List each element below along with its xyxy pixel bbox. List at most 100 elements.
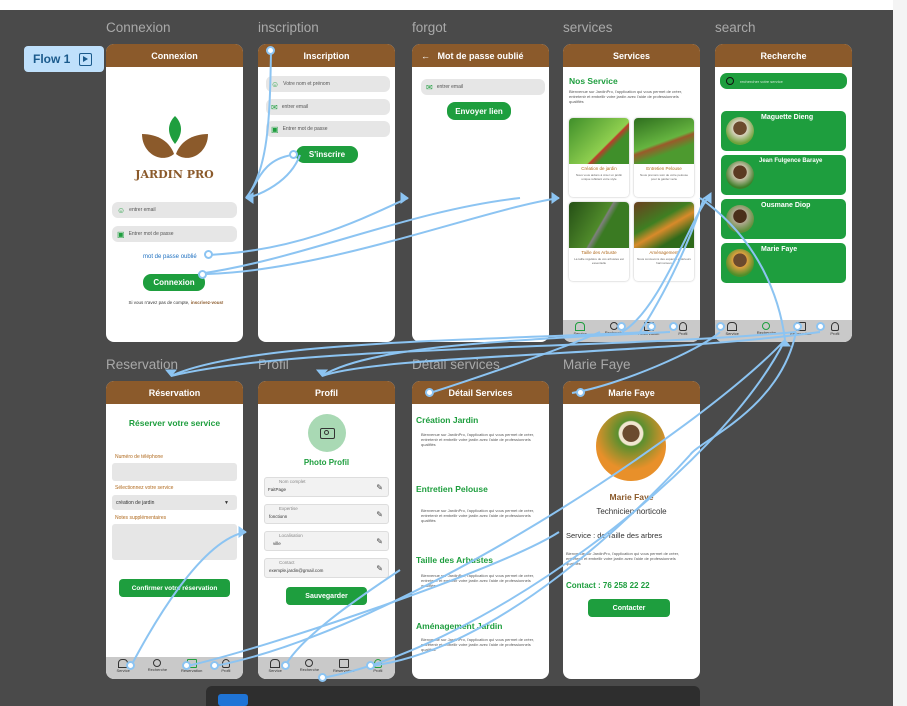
pencil-icon[interactable]: ✎: [376, 483, 383, 492]
wire-node[interactable]: [318, 673, 327, 682]
wire-node[interactable]: [210, 661, 219, 670]
search-icon: [305, 659, 314, 667]
service-select[interactable]: création de jardin ▼: [112, 495, 237, 510]
signup-button[interactable]: S'inscrire: [296, 146, 358, 163]
services-title: Nos Service: [569, 76, 618, 86]
wire-node[interactable]: [617, 322, 626, 331]
flow-badge[interactable]: Flow 1: [24, 46, 104, 72]
tab-service[interactable]: Service: [565, 320, 595, 336]
password-placeholder: Entrer mot de passe: [128, 231, 174, 237]
professional-name: Maguette Dieng: [761, 114, 814, 121]
pencil-icon[interactable]: ✎: [376, 510, 383, 519]
wire-node[interactable]: [816, 322, 825, 331]
arrowhead: [551, 192, 560, 204]
marie-role: Technicien horticole: [596, 507, 667, 516]
notes-textarea[interactable]: [112, 524, 237, 560]
location-field[interactable]: Localisation ville ✎: [264, 531, 389, 551]
tab-label: Service: [268, 668, 282, 673]
wire-node[interactable]: [281, 661, 290, 670]
wire-node[interactable]: [366, 661, 375, 670]
header-inscription: Inscription: [258, 44, 395, 67]
marie-body: Bienvenue sur JardinPro, l'application q…: [566, 551, 680, 566]
service-card[interactable]: Aménagement Nous concevons des espaces e…: [634, 202, 694, 281]
professional-card[interactable]: Maguette Dieng: [721, 111, 846, 151]
wire-node[interactable]: [669, 322, 678, 331]
signup-link[interactable]: inscrivez-vous!: [191, 300, 224, 305]
avatar: [726, 205, 754, 233]
frame-title-detail: Détail services: [412, 357, 500, 372]
search-icon: [762, 322, 771, 330]
service-card[interactable]: Création de jardin Nous vous aidons à cr…: [569, 118, 629, 197]
wire-node[interactable]: [793, 322, 802, 331]
tab-reservation[interactable]: Réservation: [329, 657, 359, 673]
person-icon: [221, 659, 230, 668]
pencil-icon[interactable]: ✎: [376, 537, 383, 546]
confirm-reservation-button[interactable]: Confirmer votre réservation: [119, 579, 230, 597]
professional-card[interactable]: Jean Fulgence Baraye: [721, 155, 846, 195]
signup-password-field[interactable]: ▣ Entrer mot de passe: [266, 121, 390, 137]
tab-recherche[interactable]: Recherche: [751, 320, 781, 335]
forgot-header-title: Mot de passe oublié: [437, 50, 524, 61]
contact-button[interactable]: Contacter: [588, 599, 670, 617]
landscaping-image: [634, 202, 694, 248]
send-link-button[interactable]: Envoyer lien: [447, 102, 511, 120]
screen-marie-faye: Marie Faye Marie Faye Technicien hortico…: [563, 381, 700, 679]
screen-detail-services: Détail Services Création Jardin Bienvenu…: [412, 381, 549, 679]
tab-recherche[interactable]: Recherche: [142, 657, 172, 672]
pencil-icon[interactable]: ✎: [376, 564, 383, 573]
section-title: Taille des Arbustes: [416, 555, 493, 565]
tab-label: Recherche: [756, 330, 777, 335]
arrowhead: [400, 192, 409, 204]
professional-card[interactable]: Ousmane Diop: [721, 199, 846, 239]
save-button[interactable]: Sauvegarder: [286, 587, 367, 605]
forgot-password-link[interactable]: mot de passe oublié: [143, 254, 197, 260]
wire-node[interactable]: [204, 250, 213, 259]
service-card[interactable]: Entretien Pelouse Nous prenons soin de v…: [634, 118, 694, 197]
field-label: Nom complet: [279, 479, 306, 484]
search-placeholder: rechercher votre service: [740, 78, 783, 84]
tab-label: Profil: [221, 668, 231, 673]
contact-field[interactable]: Contact exemple.jardin@gmail.com ✎: [264, 558, 389, 578]
service-card[interactable]: Taille des Arbuste La taille régulière d…: [569, 202, 629, 281]
toolbar-active-button[interactable]: [218, 694, 248, 706]
professional-card[interactable]: Marie Faye: [721, 243, 846, 283]
play-icon[interactable]: [79, 52, 93, 66]
back-arrow-icon[interactable]: ←: [421, 51, 430, 61]
no-account-text: Si vous n'avez pas de compte,: [128, 300, 190, 305]
search-bar[interactable]: rechercher votre service: [720, 73, 847, 89]
lawn-care-image: [634, 118, 694, 164]
expertise-field[interactable]: Expertise fonctionn ✎: [264, 504, 389, 524]
wire-node[interactable]: [126, 661, 135, 670]
wire-node[interactable]: [198, 270, 207, 279]
profile-photo[interactable]: [308, 414, 346, 452]
mail-icon: ✉: [426, 82, 433, 92]
wire-node[interactable]: [425, 388, 434, 397]
frame-title-services: services: [563, 20, 613, 35]
login-button[interactable]: Connexion: [143, 274, 205, 291]
frame-title-reservation: Reservation: [106, 357, 179, 372]
marie-service: Service : de Taille des arbres: [566, 531, 663, 540]
wire-node[interactable]: [266, 46, 275, 55]
tab-label: Réservation: [637, 331, 660, 336]
tab-recherche[interactable]: Recherche: [294, 657, 324, 672]
email-placeholder: entrer email: [129, 207, 156, 213]
flow-label: Flow 1: [33, 52, 71, 66]
search-icon: [726, 77, 734, 85]
phone-input[interactable]: [112, 463, 237, 481]
signup-email-field[interactable]: ✉ entrer email: [266, 99, 390, 115]
password-field[interactable]: ▣ Entrer mot de passe: [112, 226, 237, 242]
wire-node[interactable]: [182, 661, 191, 670]
fullname-field[interactable]: Nom complet FaitPage ✎: [264, 477, 389, 497]
garden-creation-image: [569, 118, 629, 164]
section-body: Bienvenue sur JardinPro, l'application q…: [421, 432, 535, 447]
wire-node[interactable]: [289, 150, 298, 159]
header-reservation: Réservation: [106, 381, 243, 404]
forgot-email-field[interactable]: ✉ entrer email: [421, 79, 545, 95]
wire-node[interactable]: [716, 322, 725, 331]
wire-node[interactable]: [576, 388, 585, 397]
name-field[interactable]: ☺ Votre nom et prénom: [266, 76, 390, 92]
email-field[interactable]: ☺ entrer email: [112, 202, 237, 218]
wire-node[interactable]: [647, 322, 656, 331]
tab-label: Service: [573, 331, 587, 336]
section-title: Entretien Pelouse: [416, 484, 488, 494]
